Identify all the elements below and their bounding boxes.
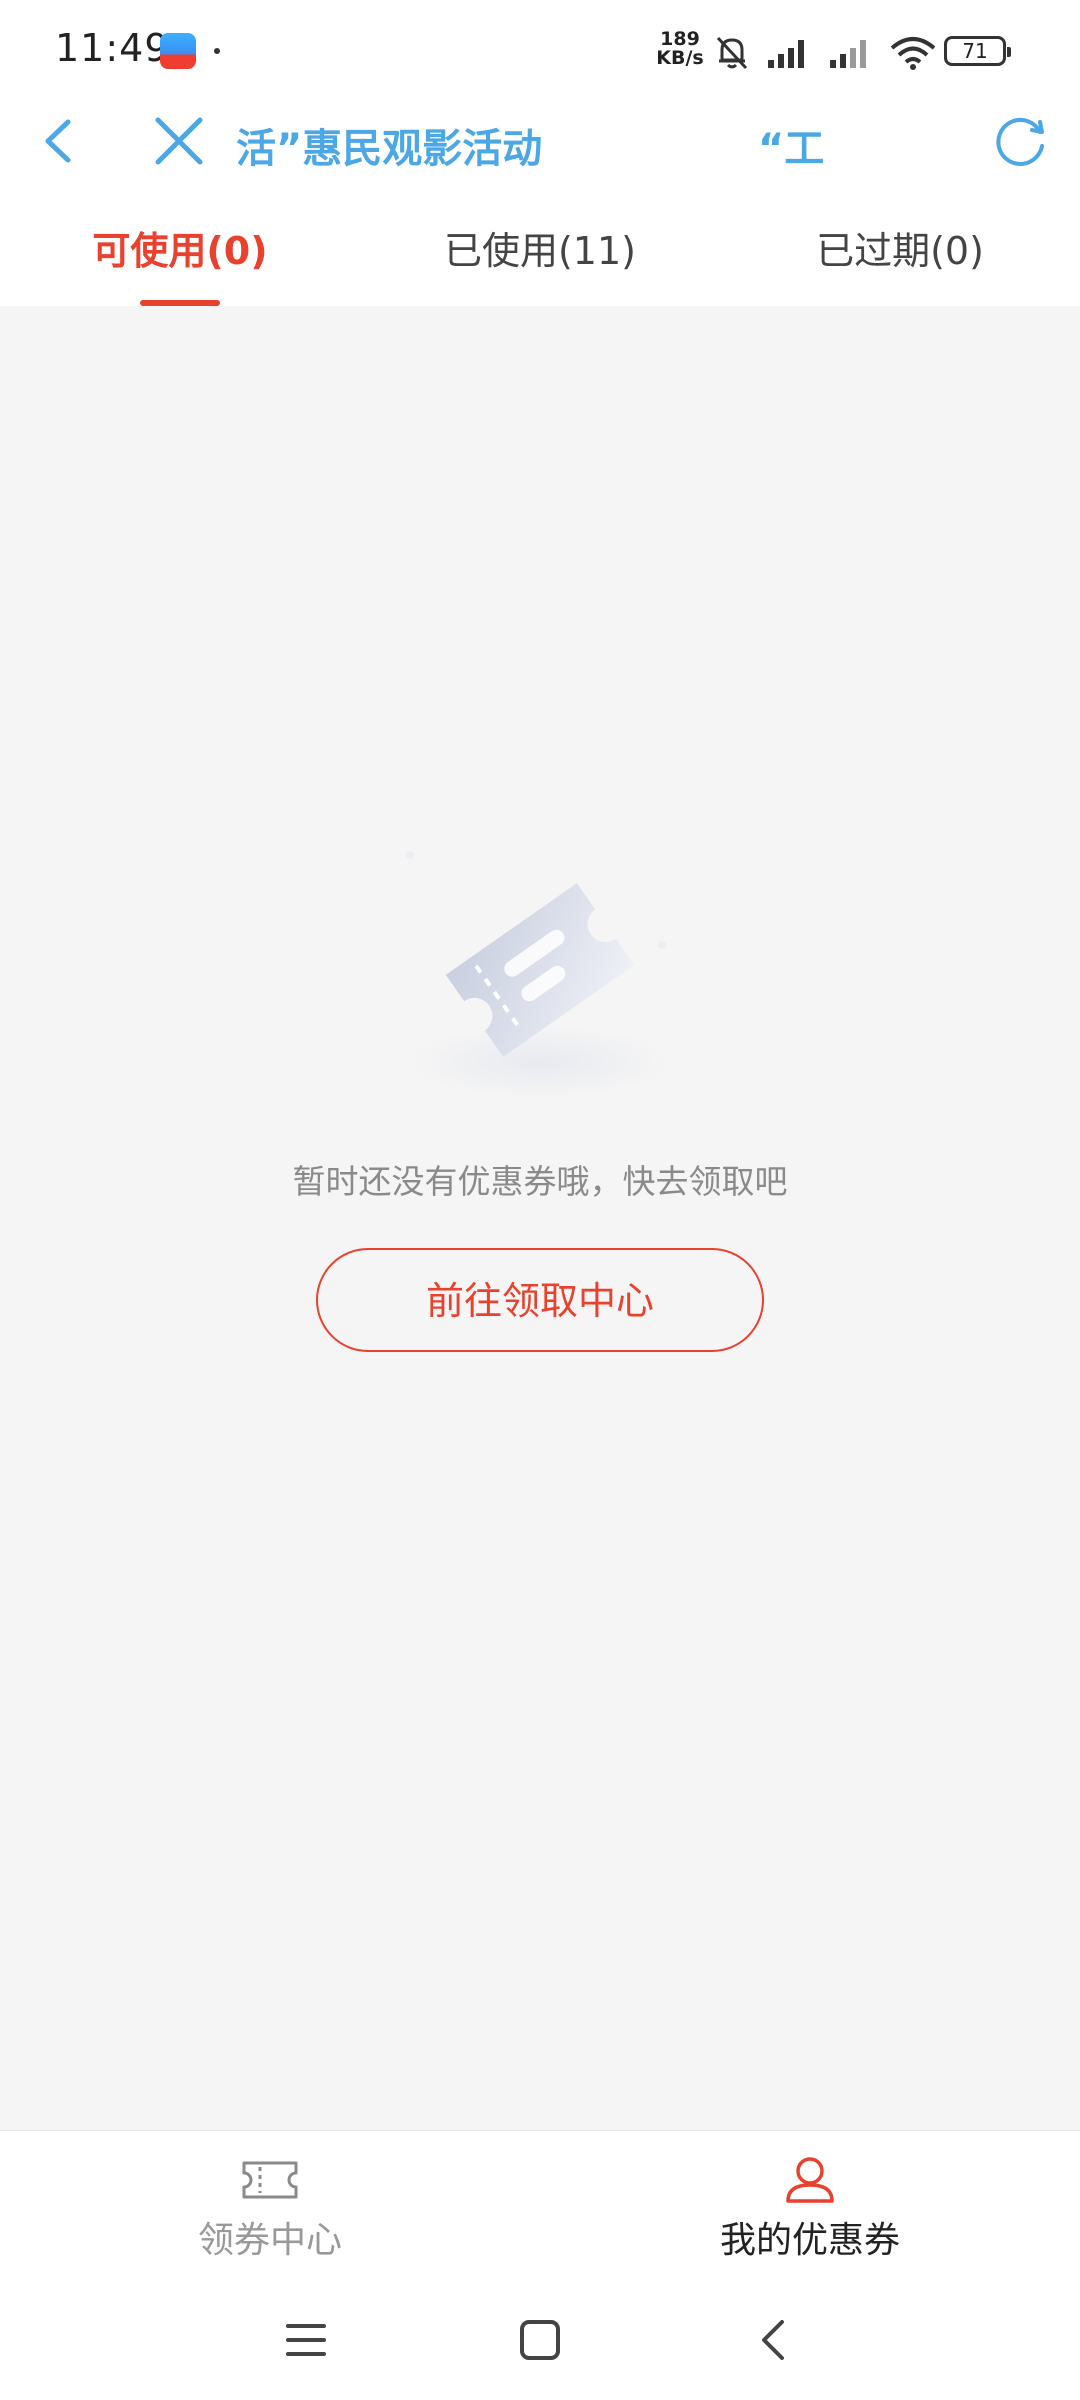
user-icon: [786, 2157, 834, 2203]
tab-used[interactable]: 已使用(11): [360, 186, 720, 306]
tab-used-label: 已使用(11): [443, 229, 636, 273]
bottom-tab-bar: 领券中心 我的优惠券: [0, 2130, 1080, 2281]
network-speed-unit: KB/s: [656, 47, 704, 69]
status-icons: [712, 30, 938, 74]
notification-dot-icon: [214, 48, 220, 54]
bottom-tab-coupon-center[interactable]: 领券中心: [0, 2131, 540, 2281]
goto-coupon-center-button[interactable]: 前往领取中心: [316, 1248, 764, 1352]
menu-icon[interactable]: [278, 2312, 334, 2368]
nav-bar: 活”惠民观影活动 “工: [0, 96, 1080, 186]
tab-expired[interactable]: 已过期(0): [720, 186, 1080, 306]
bottom-tab-my-coupons[interactable]: 我的优惠券: [540, 2131, 1080, 2281]
empty-coupon-illustration: [406, 851, 670, 1098]
tab-active-indicator: [140, 300, 220, 306]
coupon-tabs: 可使用(0) 已使用(11) 已过期(0): [0, 186, 1080, 306]
home-icon[interactable]: [512, 2312, 568, 2368]
close-icon[interactable]: [148, 110, 210, 172]
bottom-tab-my-coupons-label: 我的优惠券: [719, 2220, 900, 2261]
signal-hd-icon-2: [830, 40, 866, 68]
system-nav-bar: [0, 2280, 1080, 2400]
tab-available[interactable]: 可使用(0): [0, 186, 360, 306]
ticket-icon: [242, 2161, 298, 2199]
empty-state-message: 暂时还没有优惠券哦，快去领取吧: [292, 1162, 788, 1201]
tab-expired-label: 已过期(0): [816, 229, 984, 273]
back-arrow-icon[interactable]: [30, 110, 92, 172]
page-title-marquee: 活”惠民观影活动 “工: [236, 96, 836, 186]
status-bar: 11:49 189 KB/s 71: [0, 0, 1080, 96]
wifi-icon: [890, 37, 936, 70]
refresh-icon[interactable]: [988, 110, 1052, 174]
page-title: 活”惠民观影活动: [236, 126, 543, 172]
back-icon[interactable]: [746, 2312, 802, 2368]
page-title-secondary: “工: [758, 126, 825, 172]
mute-bell-icon: [716, 36, 748, 70]
tab-available-label: 可使用(0): [92, 229, 268, 273]
bottom-tab-coupon-center-label: 领券中心: [197, 2220, 342, 2261]
network-speed: 189 KB/s: [652, 30, 708, 68]
status-time: 11:49: [55, 26, 170, 70]
signal-hd-icon: [768, 40, 804, 68]
app-notification-icon: [160, 33, 196, 69]
battery-indicator: 71: [944, 36, 1011, 66]
